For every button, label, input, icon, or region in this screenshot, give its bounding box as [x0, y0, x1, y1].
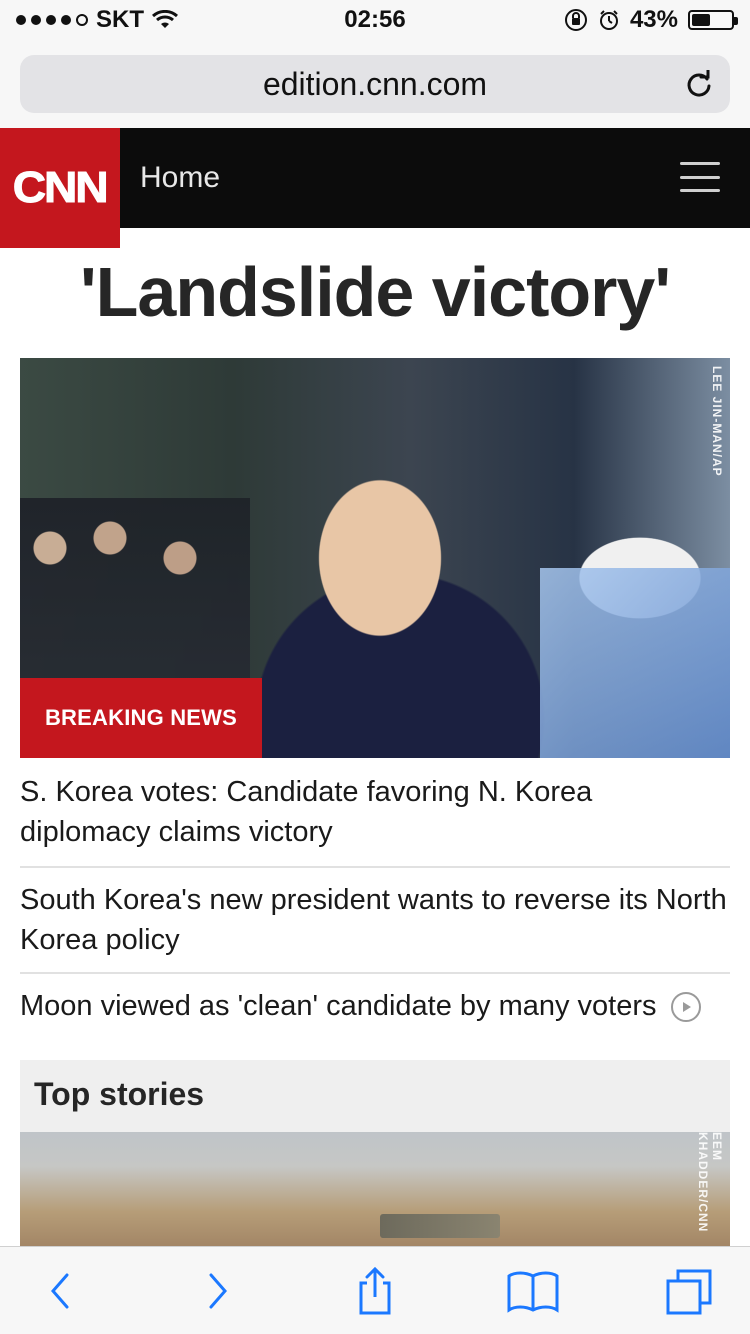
- rotation-lock-icon: [564, 8, 588, 32]
- signal-carrier: SKT: [16, 6, 178, 34]
- top-stories-section: Top stories EEM KHADDER/CNN: [20, 1060, 730, 1246]
- top-photo-credit: EEM KHADDER/CNN: [696, 1132, 724, 1233]
- url-field[interactable]: edition.cnn.com: [20, 55, 730, 113]
- tabs-icon[interactable]: [660, 1261, 720, 1321]
- site-header: CNN Home: [0, 128, 750, 248]
- divider-1: [20, 866, 730, 868]
- reload-icon[interactable]: [684, 69, 714, 99]
- browser-address-bar: edition.cnn.com: [0, 40, 750, 128]
- top-story-image[interactable]: EEM KHADDER/CNN: [20, 1132, 730, 1246]
- divider-2: [20, 972, 730, 974]
- photo-credit: LEE JIN-MAN/AP: [710, 366, 724, 477]
- url-text: edition.cnn.com: [262, 65, 488, 102]
- back-icon[interactable]: [30, 1261, 90, 1321]
- battery-percent: 43%: [629, 6, 678, 33]
- hero-image[interactable]: LEE JIN-MAN/AP BREAKING NEWS: [20, 358, 730, 758]
- menu-icon[interactable]: [680, 162, 720, 192]
- status-right: 43%: [564, 6, 738, 34]
- story-link-2[interactable]: South Korea's new president wants to rev…: [20, 880, 730, 960]
- vehicle-shape: [380, 1214, 500, 1238]
- battery-icon: [688, 10, 738, 30]
- cnn-logo[interactable]: CNN: [0, 128, 120, 248]
- status-bar: SKT 02:56 43%: [0, 0, 750, 40]
- top-stories-title: Top stories: [34, 1076, 205, 1112]
- share-icon[interactable]: [345, 1261, 405, 1321]
- wifi-icon: [152, 10, 178, 30]
- hero-screen: [540, 568, 730, 758]
- logo-text: CNN: [13, 163, 110, 213]
- alarm-icon: [598, 9, 620, 31]
- browser-toolbar: [0, 1246, 750, 1334]
- page-headline[interactable]: 'Landslide victory': [0, 252, 750, 332]
- nav-home-link[interactable]: Home: [140, 128, 220, 228]
- breaking-news-badge: BREAKING NEWS: [20, 678, 262, 758]
- signal-strength-icon: [16, 14, 88, 26]
- story-link-3[interactable]: Moon viewed as 'clean' candidate by many…: [20, 986, 730, 1026]
- play-video-icon[interactable]: [670, 992, 701, 1023]
- forward-icon[interactable]: [188, 1261, 248, 1321]
- carrier-name: SKT: [96, 6, 144, 33]
- story-3-title: Moon viewed as 'clean' candidate by many…: [20, 990, 657, 1022]
- bookmarks-icon[interactable]: [503, 1261, 563, 1321]
- story-link-1[interactable]: S. Korea votes: Candidate favoring N. Ko…: [20, 772, 730, 852]
